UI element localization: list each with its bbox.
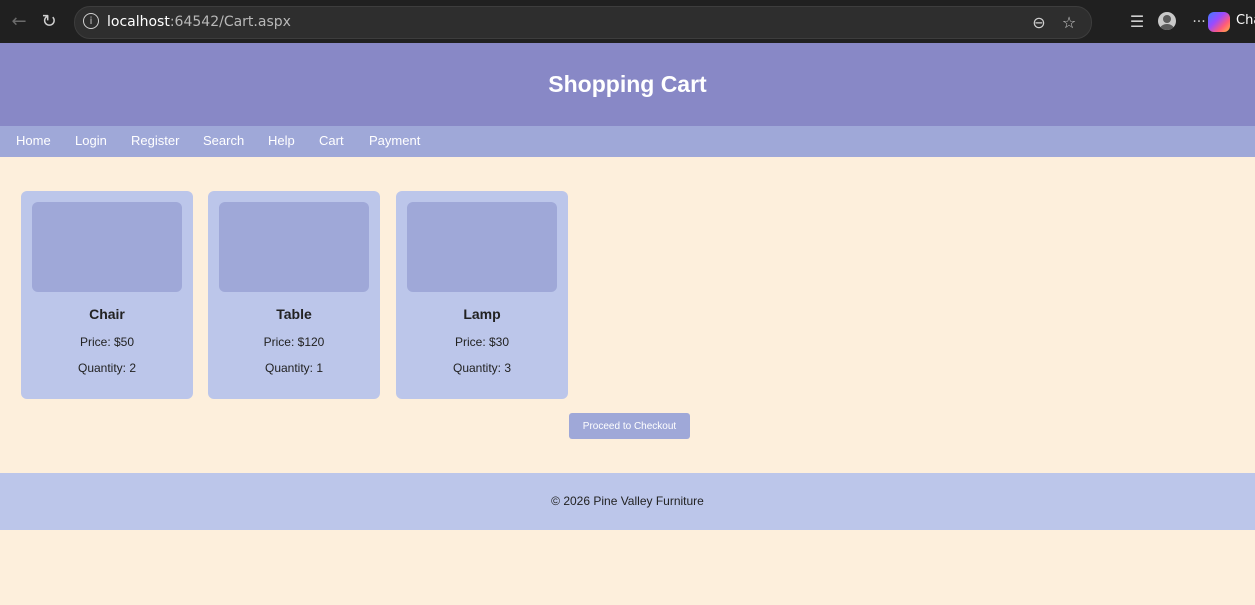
product-quantity: Quantity: 3 [452, 361, 512, 375]
page-header: Shopping Cart [0, 43, 1255, 126]
product-name: Lamp [463, 306, 501, 322]
info-icon[interactable]: i [83, 13, 99, 29]
proceed-to-checkout-button[interactable]: Proceed to Checkout [569, 413, 690, 439]
nav-login[interactable]: Login [75, 133, 107, 148]
product-quantity: Quantity: 2 [77, 361, 137, 375]
url-host: localhost [107, 14, 170, 30]
product-image-placeholder [219, 202, 369, 292]
nav-cart[interactable]: Cart [319, 133, 344, 148]
product-image-placeholder [407, 202, 557, 292]
profile-icon[interactable] [1158, 12, 1176, 30]
copyright-text: © 2026 Pine Valley Furniture [551, 494, 704, 508]
product-name: Table [276, 306, 312, 322]
product-image-placeholder [32, 202, 182, 292]
star-icon[interactable]: ☆ [1059, 13, 1079, 33]
main-nav: Home Login Register Search Help Cart Pay… [0, 126, 1255, 157]
page-title: Shopping Cart [548, 71, 707, 97]
product-price: Price: $50 [79, 335, 135, 349]
product-price: Price: $120 [263, 335, 325, 349]
cart-item-card: Table Price: $120 Quantity: 1 [208, 191, 380, 399]
nav-register[interactable]: Register [131, 133, 179, 148]
url-text: localhost:64542/Cart.aspx [107, 14, 291, 30]
product-quantity: Quantity: 1 [264, 361, 324, 375]
copilot-label[interactable]: Cha [1236, 13, 1255, 28]
url-path: :64542/Cart.aspx [169, 14, 291, 30]
browser-toolbar: ← ↻ i localhost:64542/Cart.aspx ⊖ ☆ ☰ ··… [0, 0, 1255, 44]
nav-help[interactable]: Help [268, 133, 295, 148]
reload-icon[interactable]: ↻ [36, 9, 62, 35]
product-name: Chair [89, 306, 125, 322]
address-bar[interactable]: i localhost:64542/Cart.aspx ⊖ ☆ [74, 6, 1092, 39]
nav-search[interactable]: Search [203, 133, 244, 148]
nav-payment[interactable]: Payment [369, 133, 420, 148]
page-footer: © 2026 Pine Valley Furniture [0, 473, 1255, 530]
nav-home[interactable]: Home [16, 133, 51, 148]
favorites-icon[interactable]: ☰ [1126, 11, 1148, 33]
product-price: Price: $30 [454, 335, 510, 349]
zoom-out-icon[interactable]: ⊖ [1029, 13, 1049, 33]
cart-item-card: Lamp Price: $30 Quantity: 3 [396, 191, 568, 399]
back-icon[interactable]: ← [6, 9, 32, 35]
more-icon[interactable]: ··· [1188, 11, 1210, 33]
cart-item-card: Chair Price: $50 Quantity: 2 [21, 191, 193, 399]
copilot-icon[interactable] [1208, 12, 1230, 32]
